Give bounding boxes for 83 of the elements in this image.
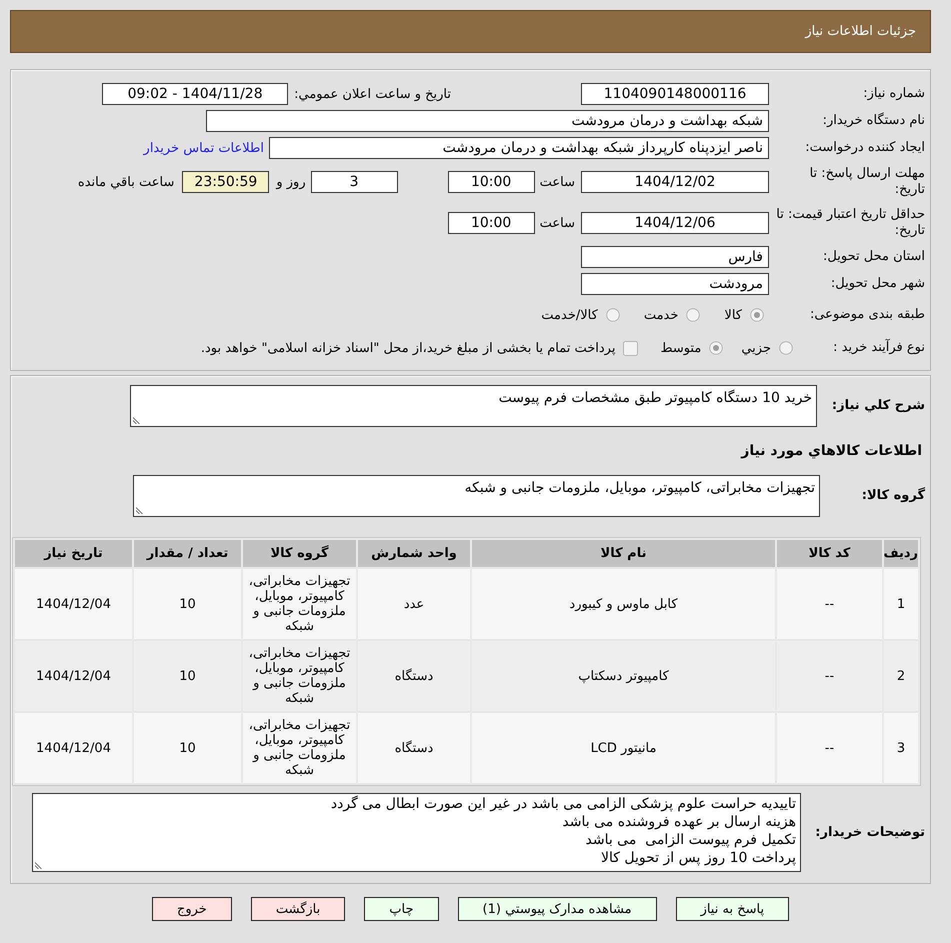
action-button[interactable]: بازگشت xyxy=(250,897,346,921)
checkbox-label: پرداخت تمام یا بخشی از مبلغ خرید،از محل "اسناد خزانه اسلامی" خواهد بود. xyxy=(200,340,616,356)
buyer-organization-field[interactable]: شبکه بهداشت و درمان مرودشت xyxy=(206,110,769,132)
radio-button[interactable] xyxy=(709,341,724,355)
radio-button[interactable] xyxy=(750,308,764,322)
resize-grip-icon[interactable] xyxy=(136,507,143,514)
notes-box[interactable]: تاییدیه حراست علوم پزشکی الزامی می باشد در غیر این صورت ابطال می گردد هزینه ارسال بر عهده فروشنده می باشد تکمیل فرم پیوست الزامی می باشد پرداخت 10 روز پس از تحویل کالا xyxy=(32,793,801,872)
resize-grip-icon[interactable] xyxy=(133,417,140,424)
field-label: ساعت xyxy=(540,216,575,230)
table-cell: 10 xyxy=(134,713,241,783)
city-field[interactable]: مرودشت xyxy=(581,273,769,295)
radio-button[interactable] xyxy=(606,308,620,322)
field-label: توضیحات خریدار: xyxy=(814,824,925,840)
radio-button[interactable] xyxy=(686,308,700,322)
table-cell: تجهیزات مخابراتی، کامپیوتر، موبایل، ملزومات جانبی و شبکه xyxy=(243,569,356,639)
radio-label: خدمت xyxy=(644,308,678,322)
column-header: تعداد / مقدار xyxy=(134,540,241,567)
days-left-field[interactable]: 3 xyxy=(310,171,398,193)
validity-time-field[interactable]: 10:00 xyxy=(448,212,535,234)
action-button[interactable]: مشاهده مدارک پیوستي (1) xyxy=(458,897,657,921)
field-label: نام دستگاه خریدار: xyxy=(822,113,925,129)
table-cell: 3 xyxy=(884,713,918,783)
field-label: طبقه بندی موضوعی: xyxy=(808,307,925,323)
table-cell: -- xyxy=(777,641,882,711)
field-label: نوع فرآیند خرید : xyxy=(832,340,925,356)
action-button[interactable]: خروج xyxy=(152,897,232,921)
field-label: شهر محل تحویل: xyxy=(830,276,925,292)
page-title: جزئیات اطلاعات نیاز xyxy=(805,24,916,39)
field-label: مهلت ارسال پاسخ: تا تاریخ: xyxy=(808,166,925,198)
action-button[interactable]: پاسخ به نیاز xyxy=(676,897,790,921)
field-label: حداقل تاریخ اعتبار قیمت: تا تاریخ: xyxy=(775,207,925,239)
requester-field[interactable]: ناصر ایزدپناه کارپرداز شبکه بهداشت و درمان مرودشت xyxy=(269,137,769,159)
field-label: شماره نیاز: xyxy=(862,86,925,102)
table-cell: مانیتور LCD xyxy=(472,713,775,783)
column-header: کد کالا xyxy=(777,540,882,567)
table-cell: کامپیوتر دسکتاپ xyxy=(472,641,775,711)
column-header: ردیف xyxy=(884,540,918,567)
validity-date-field[interactable]: 1404/12/06 xyxy=(581,212,769,234)
table-cell: 1404/12/04 xyxy=(15,569,132,639)
table-cell: تجهیزات مخابراتی، کامپیوتر، موبایل، ملزومات جانبی و شبکه xyxy=(243,641,356,711)
table-cell: -- xyxy=(777,569,882,639)
table-cell: -- xyxy=(777,713,882,783)
column-header: تاریخ نیاز xyxy=(15,540,132,567)
table-cell: کابل ماوس و کیبورد xyxy=(472,569,775,639)
action-button[interactable]: چاپ xyxy=(364,897,438,921)
need-number-field[interactable]: 1104090148000116 xyxy=(581,83,769,105)
table-cell: دستگاه xyxy=(358,641,470,711)
field-label: گروه کالا: xyxy=(860,488,925,504)
deadline-date-field[interactable]: 1404/12/02 xyxy=(581,171,769,193)
table-cell: تجهیزات مخابراتی، کامپیوتر، موبایل، ملزومات جانبی و شبکه xyxy=(243,713,356,783)
table-cell: 10 xyxy=(134,569,241,639)
announcement-date-field[interactable]: 1404/11/28 - 09:02 xyxy=(102,83,288,105)
goods-group-box[interactable]: تجهیزات مخابراتی، کامپیوتر، موبایل، ملزومات جانبی و شبکه xyxy=(133,475,820,517)
column-header: واحد شمارش xyxy=(358,540,470,567)
radio-label: متوسط xyxy=(660,340,702,356)
field-label: روز و xyxy=(276,174,306,190)
table-cell: 10 xyxy=(134,641,241,711)
radio-label: جزيي xyxy=(741,340,771,356)
field-label: ساعت xyxy=(540,174,575,190)
table-cell: 1 xyxy=(884,569,918,639)
column-header: نام کالا xyxy=(472,540,775,567)
radio-button[interactable] xyxy=(779,341,793,355)
field-label: شرح کلي نیاز: xyxy=(830,398,925,414)
radio-label: کالا/خدمت xyxy=(541,308,598,322)
checkbox[interactable] xyxy=(623,340,638,356)
field-label: تاریخ و ساعت اعلان عمومي: xyxy=(294,86,451,102)
table-cell: دستگاه xyxy=(358,713,470,783)
table-cell: 1404/12/04 xyxy=(15,713,132,783)
field-label: ایجاد کننده درخواست: xyxy=(804,140,925,156)
deadline-time-field[interactable]: 10:00 xyxy=(448,171,535,193)
section-title: اطلاعات کالاهاي مورد نیاز xyxy=(740,442,922,461)
resize-grip-icon[interactable] xyxy=(35,862,42,869)
time-left-field[interactable]: 23:50:59 xyxy=(182,171,270,193)
table-cell: 1404/12/04 xyxy=(15,641,132,711)
field-label: ساعت باقي مانده xyxy=(78,174,174,190)
province-field[interactable]: فارس xyxy=(581,246,769,268)
field-label: استان محل تحویل: xyxy=(822,249,925,265)
column-header: گروه کالا xyxy=(243,540,356,567)
radio-label: کالا xyxy=(724,308,742,322)
table-cell: 2 xyxy=(884,641,918,711)
buyer-contact-link[interactable]: اطلاعات تماس خریدار xyxy=(144,140,264,156)
table-cell: عدد xyxy=(358,569,470,639)
description-box[interactable]: خرید 10 دستگاه کامپیوتر طبق مشخصات فرم پیوست xyxy=(130,385,817,427)
